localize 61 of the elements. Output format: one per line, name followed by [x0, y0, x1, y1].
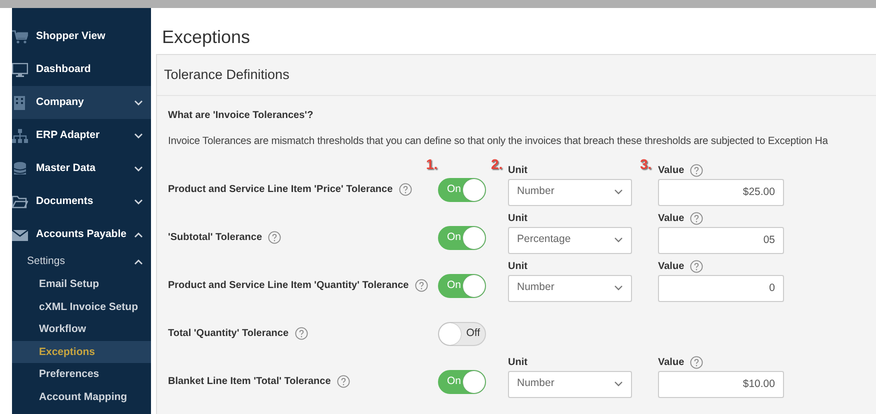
- folder-icon: [12, 194, 28, 208]
- annotation-number: 3.: [640, 154, 652, 174]
- help-icon: [690, 212, 704, 225]
- field-label: Unit: [508, 212, 528, 226]
- tolerance-label: Blanket Line Item 'Total' Tolerance: [168, 375, 331, 390]
- help-icon: [690, 260, 704, 273]
- help-icon: [414, 279, 428, 292]
- chevron-down-icon: [614, 285, 623, 292]
- page-title: Exceptions: [161, 26, 252, 49]
- field-label: Value: [658, 260, 684, 274]
- chevron-down-icon: [614, 381, 623, 388]
- sidebar-subitem[interactable]: Preferences: [12, 363, 151, 386]
- sidebar-subitem[interactable]: Workflow: [12, 318, 151, 340]
- annotation-number: 2.: [491, 154, 503, 174]
- tolerance-label: Product and Service Line Item 'Price' Tolerance: [168, 183, 393, 198]
- sidebar-subitem[interactable]: Email Setup: [12, 273, 151, 296]
- sidebar-item[interactable]: Company: [12, 86, 151, 119]
- field-label: Unit: [508, 356, 528, 370]
- monitor-icon: [12, 62, 28, 76]
- value-field[interactable]: 05: [658, 226, 784, 254]
- cart-icon: [12, 30, 28, 44]
- unit-dropdown[interactable]: Number: [508, 370, 632, 398]
- unit-dropdown[interactable]: Number: [508, 274, 632, 302]
- value-field[interactable]: $25.00: [658, 178, 784, 206]
- value-field[interactable]: 0: [658, 274, 784, 302]
- help-icon: [268, 231, 282, 244]
- field-label: Value: [658, 212, 684, 226]
- help-icon: [690, 164, 704, 177]
- field-label: Unit: [508, 260, 528, 274]
- sidebar-subitem[interactable]: Exceptions: [12, 340, 151, 363]
- field-label: Unit: [508, 164, 528, 178]
- chevron-down-icon: [614, 237, 623, 244]
- tolerance-label: Total 'Quantity' Tolerance: [168, 327, 289, 342]
- tolerance-label: Product and Service Line Item 'Quantity' Tolerance: [168, 279, 409, 294]
- field-label: Value: [658, 356, 684, 370]
- tolerance-label: 'Subtotal' Tolerance: [168, 231, 262, 246]
- help-icon: [398, 183, 412, 196]
- help-icon: [294, 327, 308, 340]
- panel-title: Tolerance Definitions: [157, 55, 876, 96]
- description-text: Invoice Tolerances are mismatch thresholds that you can define so that only the invoices that breach these thresholds are subjected to Exception Ha: [168, 135, 829, 149]
- sidebar-subitem[interactable]: cXML Invoice Setup: [12, 296, 151, 318]
- toggle-switch[interactable]: Off: [438, 322, 486, 346]
- sidebar-item[interactable]: Shopper View: [12, 20, 151, 53]
- chevron-down-icon: [614, 189, 623, 196]
- building-icon: [12, 96, 28, 110]
- help-heading: What are 'Invoice Tolerances'?: [168, 109, 314, 123]
- unit-dropdown[interactable]: Number: [508, 178, 632, 206]
- annotation-number: 1.: [426, 154, 438, 174]
- value-field[interactable]: $10.00: [658, 370, 784, 398]
- sidebar-item[interactable]: Master Data: [12, 152, 151, 185]
- sidebar-item[interactable]: ERP Adapter: [12, 119, 151, 152]
- unit-dropdown[interactable]: Percentage: [508, 226, 632, 254]
- hierarchy-icon: [12, 128, 28, 142]
- sidebar-item[interactable]: Settings: [12, 251, 151, 273]
- sidebar-subitem[interactable]: Account Mapping: [12, 386, 151, 408]
- sidebar-item[interactable]: Dashboard: [12, 53, 151, 86]
- help-icon: [336, 375, 350, 388]
- sidebar-item[interactable]: Accounts Payable: [12, 218, 151, 251]
- sidebar-item[interactable]: Documents: [12, 185, 151, 218]
- help-icon: [690, 356, 704, 369]
- field-label: Value: [658, 164, 684, 178]
